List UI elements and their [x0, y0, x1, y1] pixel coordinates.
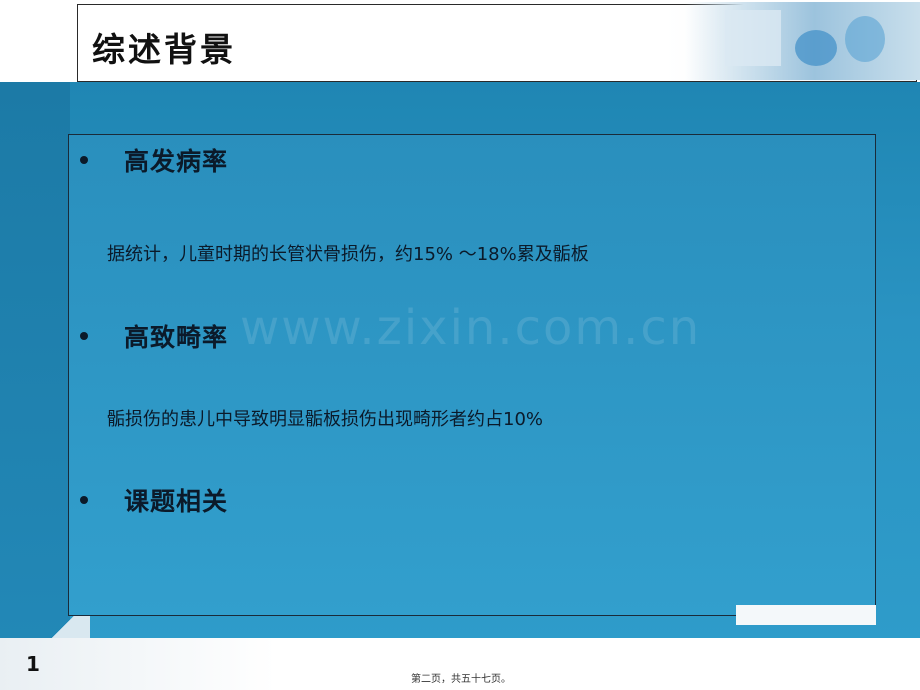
- content-box-fade: [736, 605, 876, 625]
- bullet-icon: [80, 496, 88, 504]
- section-heading: 课题相关: [124, 487, 229, 516]
- surgeons-photo: [685, 2, 920, 80]
- bullet-item: 课题相关: [80, 482, 228, 518]
- bullet-item: 高致畸率: [80, 318, 228, 354]
- content-box: [68, 134, 876, 616]
- section-text: 据统计，儿童时期的长管状骨损伤，约15% ～18%累及骺板: [107, 244, 589, 265]
- left-strip: [0, 82, 70, 690]
- photo-surgeon-mask: [845, 16, 885, 62]
- slide: 综述背景 www.zixin.com.cn 高发病率 据统计，儿童时期的长管状骨…: [0, 0, 920, 690]
- slide-number: 1: [26, 652, 40, 676]
- slide-title: 综述背景: [92, 30, 236, 69]
- bullet-item: 高发病率: [80, 142, 228, 178]
- watermark: www.zixin.com.cn: [240, 300, 702, 356]
- bullet-icon: [80, 332, 88, 340]
- page-footer: 第二页，共五十七页。: [411, 674, 511, 685]
- bullet-icon: [80, 156, 88, 164]
- content-box-border: [68, 615, 736, 616]
- section-heading: 高发病率: [124, 147, 229, 176]
- section-text: 骺损伤的患儿中导致明显骺板损伤出现畸形者约占10%: [107, 409, 544, 430]
- section-heading: 高致畸率: [124, 323, 229, 352]
- photo-light-panel: [725, 10, 781, 66]
- photo-surgeon-cap: [795, 30, 837, 66]
